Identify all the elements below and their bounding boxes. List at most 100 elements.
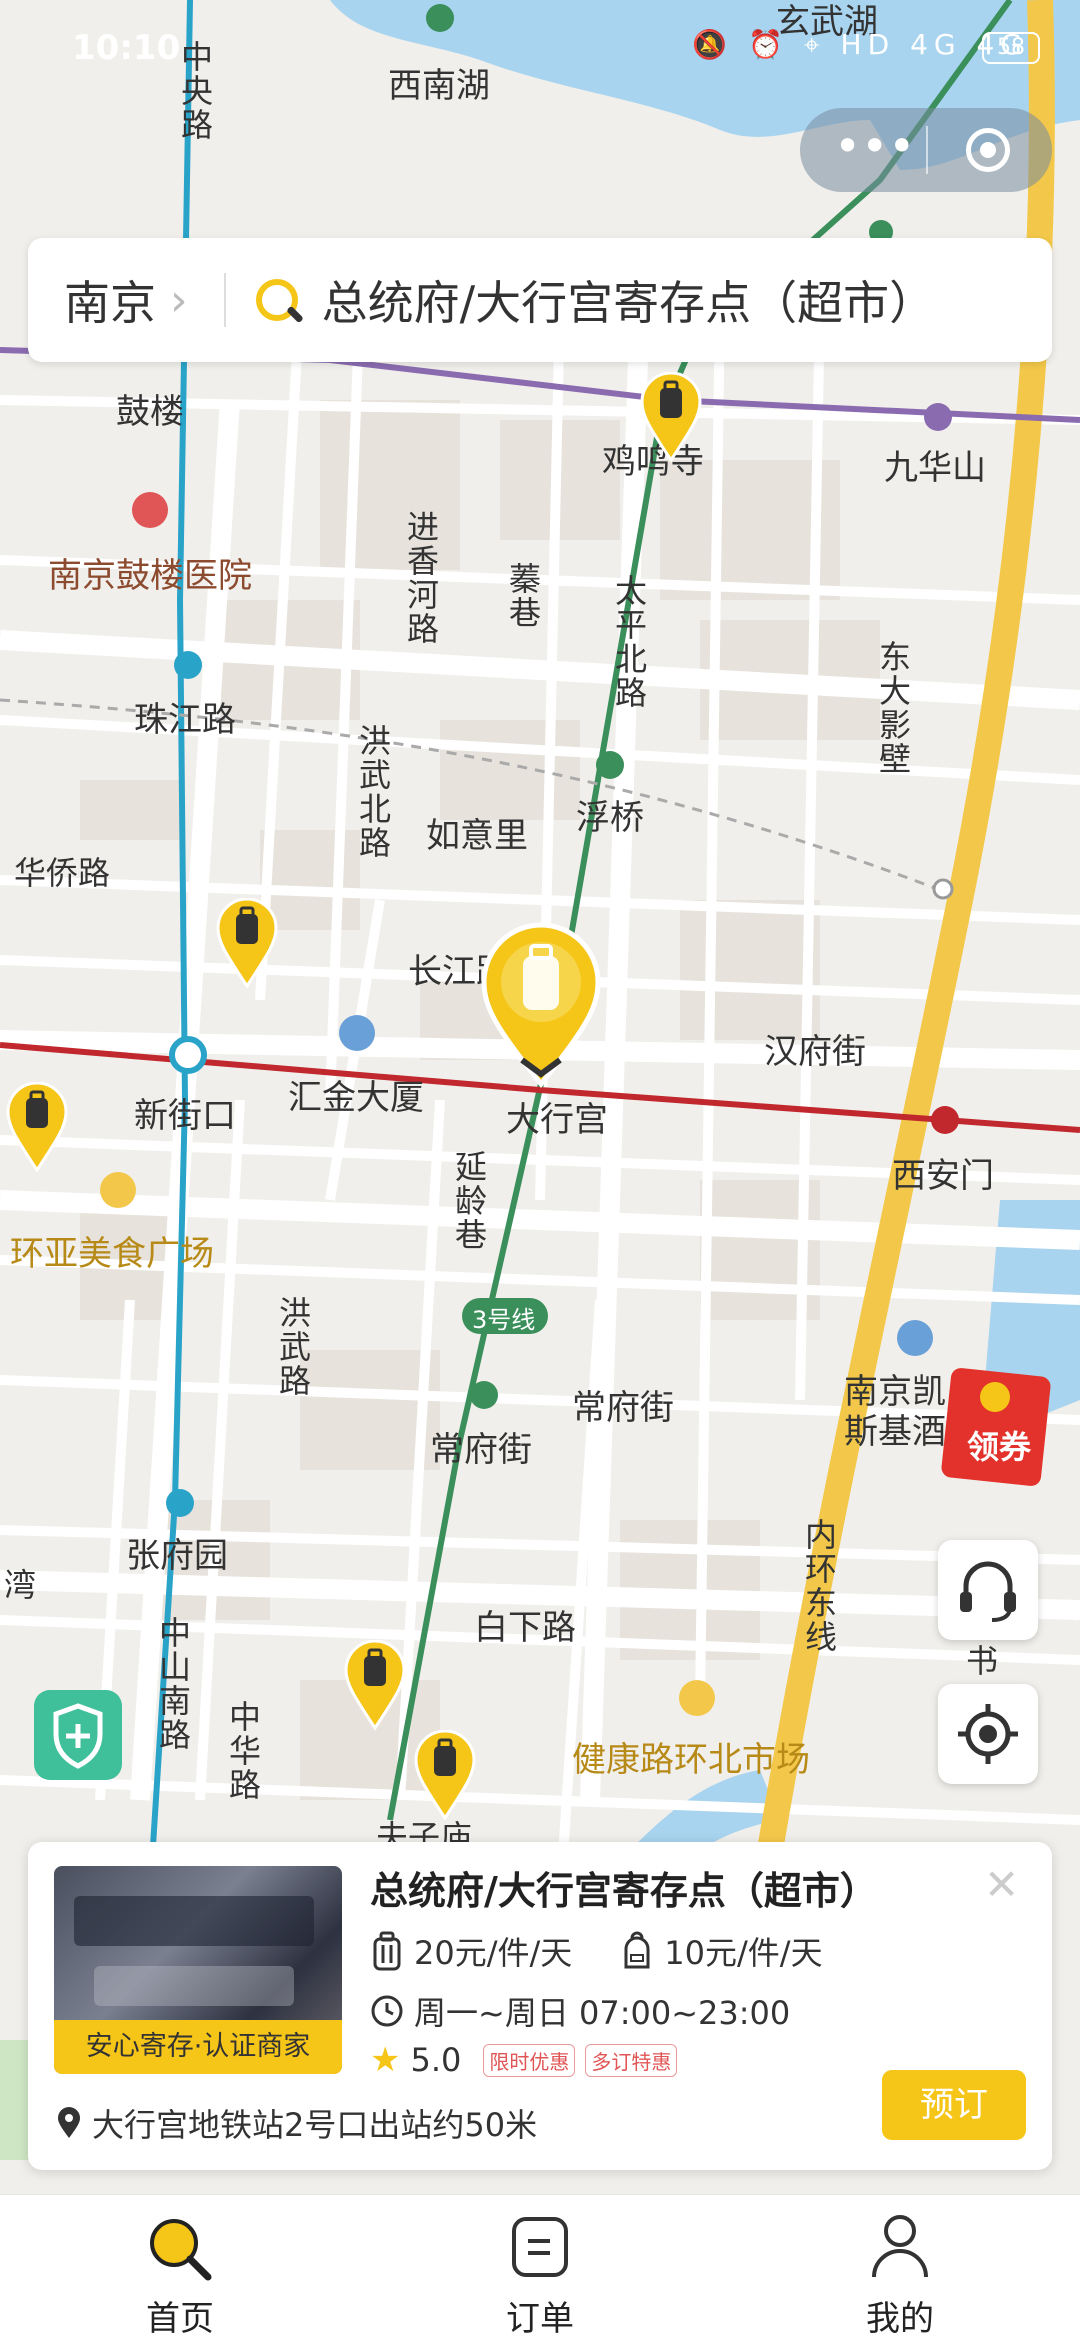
safety-shield-button[interactable] bbox=[34, 1690, 122, 1780]
label-huijin: 汇金大厦 bbox=[288, 1078, 424, 1118]
book-button[interactable]: 预订 bbox=[882, 2070, 1026, 2140]
selected-locker-pin[interactable] bbox=[478, 922, 604, 1088]
label-hongwulu: 洪武路 bbox=[274, 1296, 312, 1398]
bag-price: 10元/件/天 bbox=[664, 1934, 823, 1972]
tab-orders[interactable]: 订单 bbox=[440, 2195, 640, 2341]
label-jiankang: 健康路环北市场 bbox=[572, 1740, 810, 1780]
bottom-tab-bar: 首页 订单 我的 bbox=[0, 2194, 1080, 2341]
office-building-icon bbox=[339, 1015, 375, 1051]
label-shu: 书 bbox=[966, 1642, 999, 1680]
search-icon bbox=[150, 2219, 212, 2281]
label-zhenxiang: 蓁巷 bbox=[504, 562, 542, 630]
label-daxinggong: 大行宫 bbox=[506, 1100, 608, 1140]
locker-pin[interactable] bbox=[414, 1730, 476, 1820]
location-text: 大行宫地铁站2号口出站约50米 bbox=[92, 2106, 538, 2144]
luggage-icon bbox=[373, 1931, 401, 1971]
luggage-price: 20元/件/天 bbox=[414, 1934, 573, 1972]
tab-profile[interactable]: 我的 bbox=[800, 2195, 1000, 2341]
promo-tag: 限时优惠 bbox=[483, 2043, 576, 2077]
user-icon bbox=[872, 2215, 928, 2278]
label-xianmen: 西安门 bbox=[892, 1156, 994, 1196]
capsule-divider bbox=[926, 126, 928, 174]
label-taipingbei: 太平北路 bbox=[610, 574, 648, 710]
tab-profile-label: 我的 bbox=[866, 2299, 934, 2339]
label-zhongshannan: 中山南路 bbox=[154, 1616, 192, 1752]
shopping-icon bbox=[100, 1172, 136, 1208]
star-icon: ★ bbox=[370, 2040, 401, 2080]
status-bar: 10:10 🔕 ⏰ ⌖ HD 4G 4G 58 bbox=[0, 0, 1080, 100]
locker-pin[interactable] bbox=[344, 1640, 406, 1730]
hotel-icon bbox=[897, 1320, 933, 1356]
label-changfujie-station: 常府街 bbox=[430, 1430, 532, 1470]
hours-row: 周一~周日 07:00~23:00 bbox=[370, 1988, 790, 2034]
station-zhujianglu bbox=[174, 651, 202, 679]
status-icons: 🔕 ⏰ ⌖ HD 4G 4G bbox=[692, 28, 1028, 61]
station-fuqiao bbox=[596, 751, 624, 779]
label-wan: 湾 bbox=[4, 1566, 37, 1604]
tab-home-label: 首页 bbox=[146, 2299, 214, 2339]
rating-row: ★ 5.0 限时优惠 多订特惠 bbox=[370, 2040, 678, 2080]
station-xianmen bbox=[931, 1106, 959, 1134]
label-fuqiao: 浮桥 bbox=[576, 798, 644, 838]
label-gulou: 鼓楼 bbox=[116, 392, 184, 432]
battery-icon: 58 bbox=[982, 32, 1040, 64]
label-neihuan: 内环东线 bbox=[800, 1518, 838, 1654]
search-divider bbox=[223, 273, 226, 327]
label-baixialu: 白下路 bbox=[474, 1608, 576, 1648]
label-jinxianghe: 进香河路 bbox=[402, 510, 440, 646]
label-kaisi: 南京凯斯基酒 bbox=[844, 1372, 946, 1452]
location-row: 大行宫地铁站2号口出站约50米 bbox=[56, 2100, 537, 2146]
close-icon[interactable]: ✕ bbox=[984, 1860, 1019, 1909]
order-list-icon bbox=[512, 2217, 568, 2277]
customer-service-button[interactable] bbox=[938, 1540, 1038, 1640]
label-hospital: 南京鼓楼医院 bbox=[48, 556, 252, 596]
tab-orders-label: 订单 bbox=[506, 2299, 574, 2339]
backpack-icon bbox=[624, 1931, 650, 1969]
close-miniprogram-icon[interactable] bbox=[966, 128, 1010, 172]
locker-pin[interactable] bbox=[216, 898, 278, 988]
location-pin-icon bbox=[58, 2107, 80, 2138]
label-changfujie-road: 常府街 bbox=[572, 1388, 674, 1428]
certified-badge: 安心寄存·认证商家 bbox=[54, 2020, 342, 2074]
status-time: 10:10 bbox=[72, 28, 181, 68]
line3-badge-label: 3号线 bbox=[472, 1306, 536, 1334]
chevron-right-icon: › bbox=[170, 274, 188, 326]
locker-pin[interactable] bbox=[6, 1082, 68, 1172]
tab-home[interactable]: 首页 bbox=[80, 2195, 280, 2341]
store-title: 总统府/大行宫寄存点（超市） bbox=[370, 1869, 878, 1913]
city-selector[interactable]: 南京 bbox=[64, 267, 156, 333]
rating-value: 5.0 bbox=[410, 2041, 462, 2079]
promo-tag: 多订特惠 bbox=[585, 2043, 678, 2077]
label-xinjiekou: 新街口 bbox=[134, 1096, 236, 1136]
search-input[interactable]: 总统府/大行宫寄存点（超市） bbox=[322, 267, 936, 333]
locate-button[interactable] bbox=[938, 1684, 1038, 1784]
label-dongdayingbi: 东大影壁 bbox=[874, 640, 912, 776]
market-icon bbox=[679, 1680, 715, 1716]
shield-icon bbox=[53, 1703, 103, 1769]
label-zhangfuyuan: 张府园 bbox=[126, 1536, 228, 1576]
label-huanya: 环亚美食广场 bbox=[10, 1234, 214, 1274]
search-icon bbox=[255, 279, 304, 324]
label-hanfujie: 汉府街 bbox=[764, 1032, 866, 1072]
station-changfujie bbox=[470, 1381, 498, 1409]
label-jiuhuashan: 九华山 bbox=[884, 448, 986, 488]
station-xinjiekou bbox=[169, 1036, 207, 1074]
headset-icon bbox=[960, 1561, 1016, 1622]
search-bar[interactable]: 南京 › 总统府/大行宫寄存点（超市） bbox=[28, 238, 1052, 362]
label-huaqiaolu: 华侨路 bbox=[14, 854, 111, 892]
clock-icon bbox=[371, 1995, 403, 2027]
label-hongwubei: 洪武北路 bbox=[354, 724, 392, 860]
station-jiuhuashan bbox=[924, 403, 952, 431]
more-icon[interactable]: ••• bbox=[834, 116, 915, 176]
label-zhujianglu: 珠江路 bbox=[134, 700, 236, 740]
junction-marker bbox=[932, 878, 954, 900]
coupon-red-packet[interactable]: 领券 bbox=[940, 1367, 1056, 1488]
label-yanlingxiang: 延龄巷 bbox=[450, 1150, 488, 1252]
hospital-icon bbox=[132, 492, 168, 528]
coupon-label: 领券 bbox=[966, 1428, 1031, 1466]
price-row: 20元/件/天 10元/件/天 bbox=[370, 1928, 823, 1974]
opening-hours: 周一~周日 07:00~23:00 bbox=[414, 1994, 791, 2032]
label-ruyili: 如意里 bbox=[426, 816, 528, 856]
label-zhonghualu: 中华路 bbox=[224, 1700, 262, 1802]
locker-pin[interactable] bbox=[640, 372, 702, 462]
